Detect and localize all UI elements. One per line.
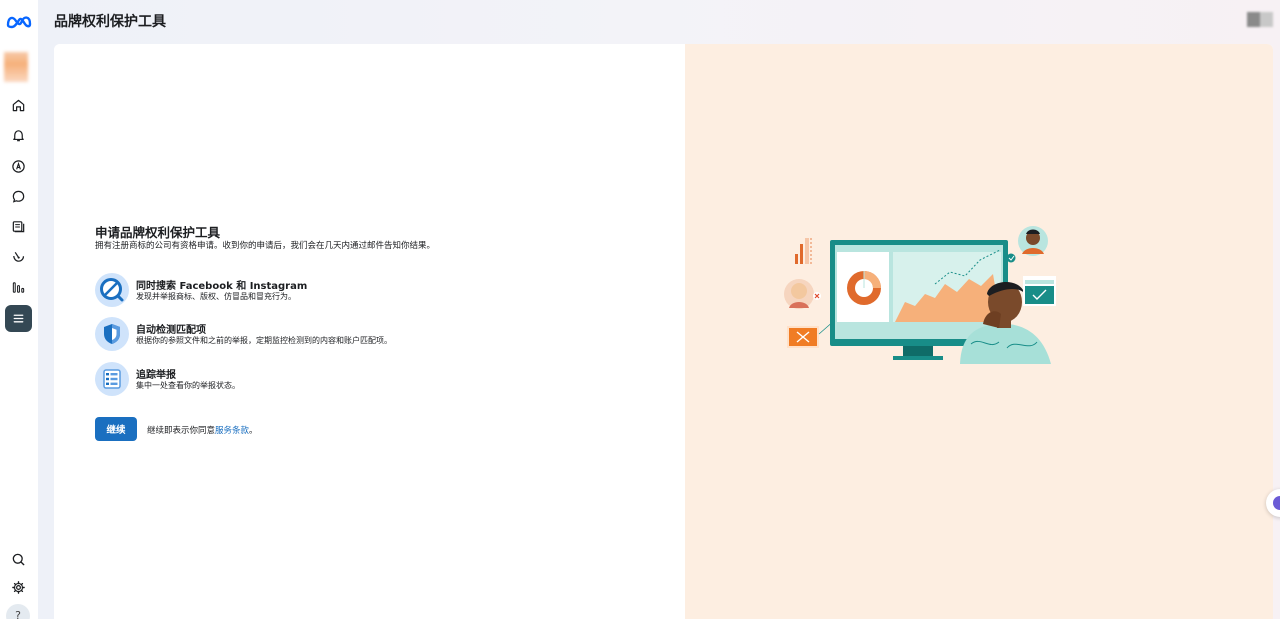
feature-desc: 根据你的参照文件和之前的举报，定期监控检测到的内容和账户匹配项。 [136, 336, 392, 345]
sidebar-item-home[interactable] [5, 92, 32, 119]
insights-icon [12, 282, 25, 293]
shield-icon [95, 317, 129, 351]
chat-bubble-icon [12, 190, 25, 203]
intro-subtext: 拥有注册商标的公司有资格申请。收到你的申请后，我们会在几天内通过邮件告知你结果。 [95, 241, 436, 251]
sidebar-item-all-tools[interactable] [5, 305, 32, 332]
feature-title: 自动检测匹配项 [136, 325, 206, 336]
feature-item: 追踪举报 集中一处查看你的举报状态。 [95, 362, 615, 396]
terms-of-service-link[interactable]: 服务条款 [215, 426, 249, 436]
feature-title: 追踪举报 [136, 370, 176, 381]
terms-notice: 继续即表示你同意服务条款。 [147, 424, 258, 436]
sidebar-settings-button[interactable] [5, 574, 32, 601]
sidebar-item-insights[interactable] [5, 274, 32, 301]
pages-icon [12, 221, 25, 233]
bell-icon [13, 130, 24, 142]
intro-panel: 申请品牌权利保护工具 拥有注册商标的公司有资格申请。收到你的申请后，我们会在几天… [54, 44, 685, 619]
feature-item: 自动检测匹配项 根据你的参照文件和之前的举报，定期监控检测到的内容和账户匹配项。 [95, 317, 615, 351]
help-button[interactable]: ? [6, 604, 30, 619]
continue-button[interactable]: 继续 [95, 417, 137, 441]
brand-protection-illustration [784, 226, 1056, 364]
sidebar: ? [0, 0, 38, 619]
help-icon: ? [15, 609, 21, 619]
meta-logo-icon[interactable] [6, 12, 32, 30]
compass-icon [12, 160, 25, 173]
page-title: 品牌权利保护工具 [54, 14, 166, 30]
sidebar-search-button[interactable] [5, 546, 32, 573]
sidebar-item-pages[interactable] [5, 213, 32, 240]
list-icon [95, 362, 129, 396]
main-card: 申请品牌权利保护工具 拥有注册商标的公司有资格申请。收到你的申请后，我们会在几天… [54, 44, 1273, 619]
home-icon [12, 99, 25, 112]
gauge-icon [13, 251, 25, 262]
feature-desc: 集中一处查看你的举报状态。 [136, 381, 240, 390]
account-avatar[interactable] [4, 52, 28, 82]
feature-title: 同时搜索 Facebook 和 Instagram [136, 281, 308, 292]
search-no-icon [95, 273, 129, 307]
account-switcher[interactable] [1247, 12, 1273, 27]
terms-suffix: 。 [249, 426, 258, 436]
sidebar-item-messages[interactable] [5, 183, 32, 210]
search-icon [12, 553, 25, 566]
sidebar-item-monetization[interactable] [5, 243, 32, 270]
terms-prefix: 继续即表示你同意 [147, 426, 216, 436]
feature-desc: 发现并举报商标、版权、仿冒品和冒充行为。 [136, 292, 296, 301]
feature-item: 同时搜索 Facebook 和 Instagram 发现并举报商标、版权、仿冒品… [95, 273, 615, 307]
menu-icon [13, 314, 24, 323]
sidebar-item-ads[interactable] [5, 153, 32, 180]
sidebar-item-notifications[interactable] [5, 122, 32, 149]
gear-icon [12, 581, 25, 594]
